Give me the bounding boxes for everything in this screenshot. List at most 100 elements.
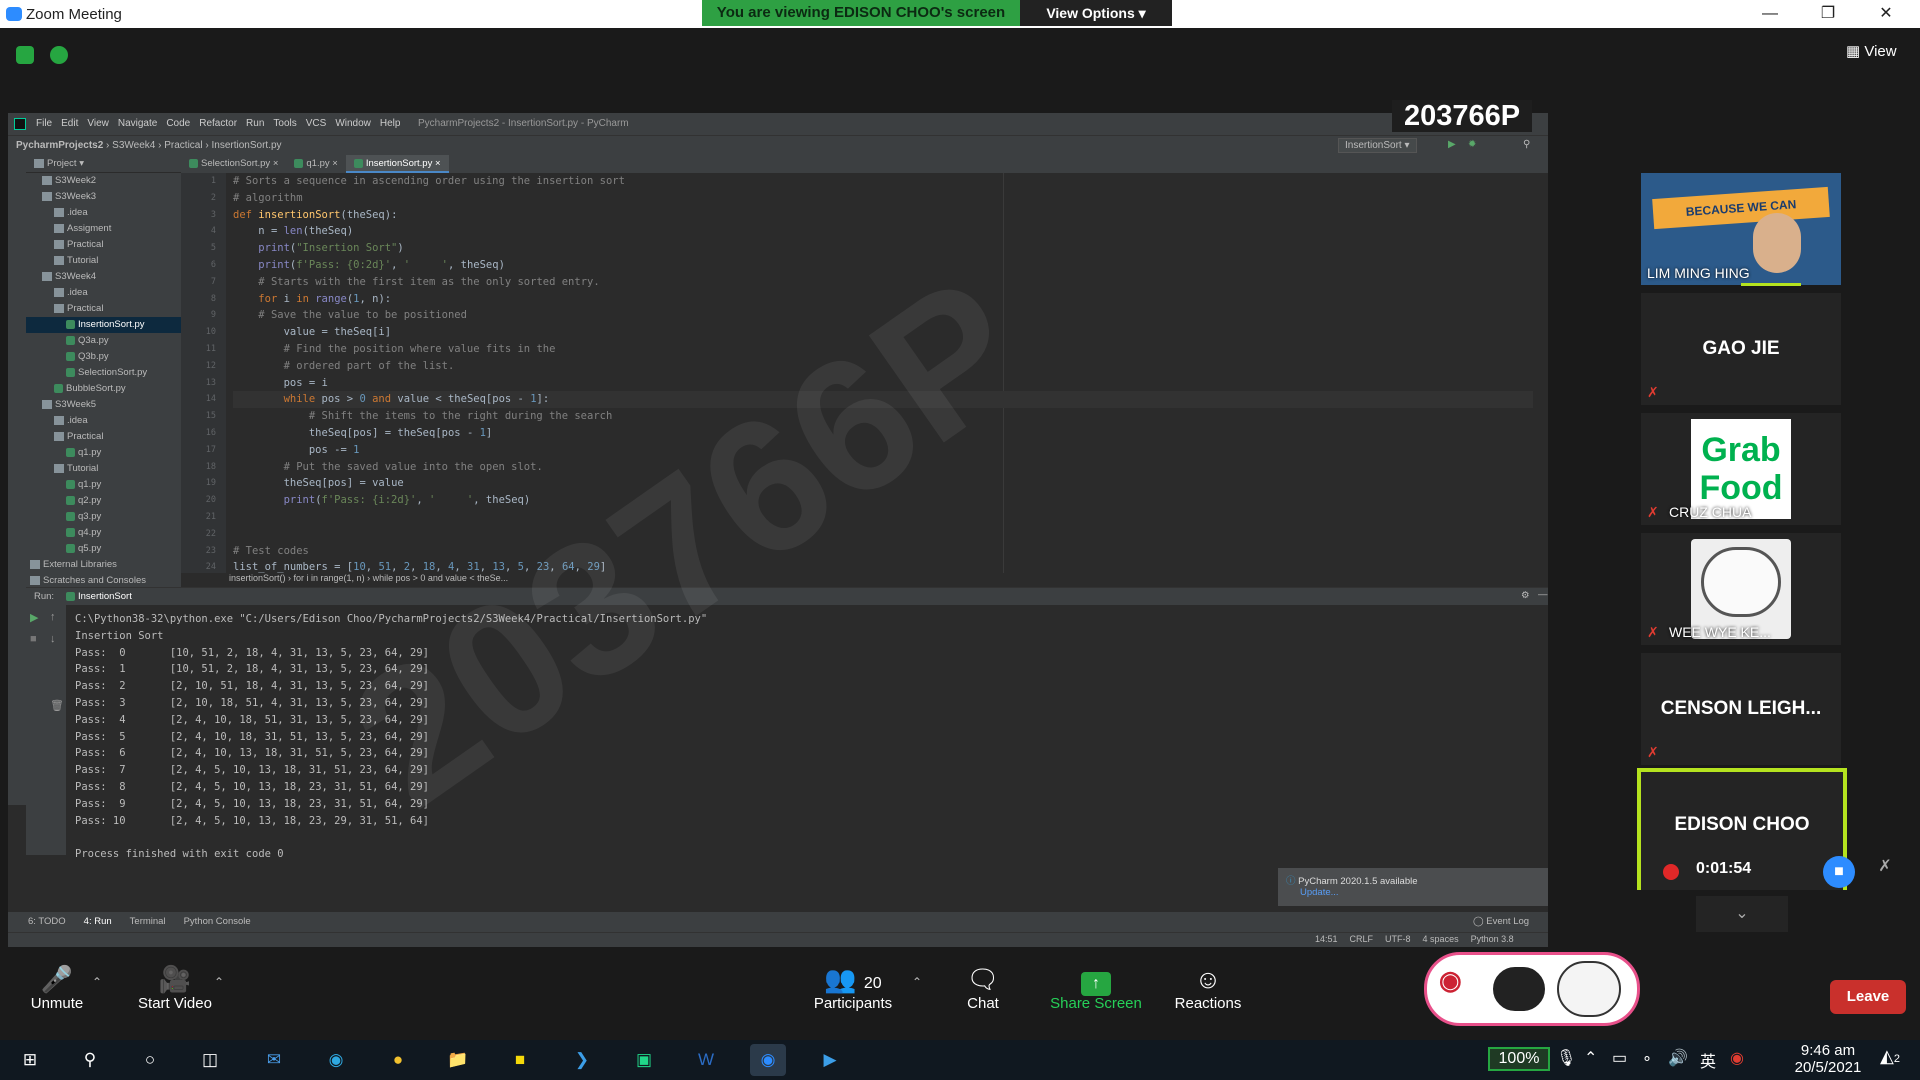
minimize-icon[interactable]: — (1750, 2, 1790, 26)
code-line[interactable]: print("Insertion Sort") (233, 240, 1533, 257)
scroll-down-icon[interactable]: ↓ (50, 633, 56, 645)
start-video-button[interactable]: 🎥 Start Video (130, 963, 220, 1012)
trash-icon[interactable]: 🗑 (50, 699, 64, 712)
video-app-icon[interactable]: ▶ (812, 1044, 848, 1076)
status-item[interactable]: 4 spaces (1423, 934, 1459, 944)
debug-icon[interactable]: ✹ (1468, 139, 1476, 150)
menu-item[interactable]: Edit (61, 118, 78, 129)
editor-tab[interactable]: InsertionSort.py × (345, 155, 449, 173)
tree-item[interactable]: Scratches and Consoles (26, 573, 181, 587)
encryption-shield-icon[interactable] (16, 46, 34, 64)
tree-item[interactable]: BubbleSort.py (26, 381, 181, 397)
view-button[interactable]: ▦ View (1846, 42, 1897, 60)
tree-item[interactable]: .idea (26, 413, 181, 429)
tree-item[interactable]: q2.py (26, 493, 181, 509)
wifi-icon[interactable]: ∘ (1642, 1048, 1652, 1068)
tree-item[interactable]: q3.py (26, 509, 181, 525)
chevron-up-icon[interactable]: ⌃ (1584, 1048, 1597, 1068)
bottom-tool-tab[interactable]: 4: Run (84, 916, 112, 927)
notification-center-icon[interactable]: ◭2 (1880, 1046, 1900, 1067)
close-icon[interactable]: × (330, 158, 338, 169)
tree-item[interactable]: q1.py (26, 477, 181, 493)
participant-tile-censon-leigh[interactable]: CENSON LEIGH... ✗ (1641, 653, 1841, 765)
audio-options-chevron-icon[interactable]: ⌃ (92, 975, 102, 989)
bottom-tool-tab[interactable]: Terminal (130, 916, 166, 927)
tree-item[interactable]: InsertionSort.py (26, 317, 181, 333)
tree-item[interactable]: Tutorial (26, 461, 181, 477)
tree-item[interactable]: S3Week3 (26, 189, 181, 205)
reactions-button[interactable]: ☺ Reactions (1166, 963, 1250, 1012)
run-console-output[interactable]: C:\Python38-32\python.exe "C:/Users/Edis… (66, 605, 1548, 860)
tree-item[interactable]: S3Week5 (26, 397, 181, 413)
scroll-participants-down-icon[interactable]: ⌄ (1696, 896, 1788, 932)
mic-off-icon[interactable]: ✗ (1870, 852, 1900, 882)
status-item[interactable]: Python 3.8 (1471, 934, 1514, 944)
video-options-chevron-icon[interactable]: ⌃ (214, 975, 224, 989)
code-line[interactable]: # Sorts a sequence in ascending order us… (233, 173, 1533, 190)
tree-item[interactable]: q1.py (26, 445, 181, 461)
code-line[interactable]: def insertionSort(theSeq): (233, 207, 1533, 224)
share-screen-button[interactable]: ↑ Share Screen (1046, 963, 1146, 1012)
mic-icon[interactable]: 🎙 (1556, 1048, 1576, 1068)
participant-tile-edison-choo[interactable]: EDISON CHOO 0:01:54 ■ (1637, 768, 1855, 890)
tray-app-icon[interactable]: ◉ (1730, 1048, 1744, 1068)
run-config-select[interactable]: InsertionSort ▾ (1338, 138, 1417, 153)
participants-chevron-icon[interactable]: ⌃ (912, 975, 922, 989)
search-icon[interactable]: ⚲ (72, 1044, 108, 1076)
menu-item[interactable]: File (36, 118, 52, 129)
event-log-button[interactable]: ◯ Event Log (1473, 916, 1529, 927)
tree-item[interactable]: Practical (26, 429, 181, 445)
tree-item[interactable]: q5.py (26, 541, 181, 557)
tree-item[interactable]: Practical (26, 301, 181, 317)
code-line[interactable]: n = len(theSeq) (233, 223, 1533, 240)
nav-crumb[interactable]: S3Week4 (112, 140, 155, 151)
participant-tile-gao-jie[interactable]: GAO JIE ✗ (1641, 293, 1841, 405)
tree-item[interactable]: Tutorial (26, 253, 181, 269)
close-icon[interactable]: ✕ (1866, 2, 1906, 26)
sticky-notes-icon[interactable]: ■ (502, 1044, 538, 1076)
scroll-up-icon[interactable]: ↑ (50, 611, 56, 623)
menu-item[interactable]: Refactor (199, 118, 237, 129)
nav-crumb[interactable]: PycharmProjects2 (16, 140, 103, 151)
tree-item[interactable]: S3Week2 (26, 173, 181, 189)
input-method-indicator[interactable]: 英 (1700, 1048, 1716, 1072)
stop-icon[interactable]: ■ (30, 633, 37, 645)
menu-item[interactable]: Tools (273, 118, 296, 129)
tree-item[interactable]: SelectionSort.py (26, 365, 181, 381)
editor-tab[interactable]: q1.py × (286, 155, 345, 173)
tree-item[interactable]: Assigment (26, 221, 181, 237)
tree-item[interactable]: .idea (26, 285, 181, 301)
code-line[interactable]: # algorithm (233, 190, 1533, 207)
close-icon[interactable]: × (270, 158, 279, 169)
participant-tile-cruz-chua[interactable]: Grab Food ✗ CRUZ CHUA (1641, 413, 1841, 525)
unmute-button[interactable]: 🎤 Unmute (18, 963, 96, 1012)
mail-icon[interactable]: ✉ (256, 1044, 292, 1076)
hide-panel-icon[interactable]: — (1538, 589, 1548, 600)
menu-item[interactable]: Help (380, 118, 401, 129)
cortana-icon[interactable]: ○ (132, 1044, 168, 1076)
editor-tab[interactable]: SelectionSort.py × (181, 155, 286, 173)
bottom-tool-tab[interactable]: Python Console (184, 916, 251, 927)
status-item[interactable]: CRLF (1350, 934, 1374, 944)
vscode-icon[interactable]: ❯ (564, 1044, 600, 1076)
project-pane-header[interactable]: Project ▾ (26, 155, 181, 173)
status-item[interactable]: UTF-8 (1385, 934, 1411, 944)
battery-icon[interactable]: ▭ (1612, 1048, 1627, 1068)
volume-icon[interactable]: 🔊 (1668, 1048, 1688, 1068)
participant-tile-lim-ming-hing[interactable]: BECAUSE WE CAN LIM MING HING (1641, 173, 1841, 286)
zoom-taskbar-icon[interactable]: ◉ (750, 1044, 786, 1076)
close-icon[interactable]: × (432, 158, 441, 169)
bottom-tool-tab[interactable]: 6: TODO (28, 916, 66, 927)
view-options-button[interactable]: View Options ▾ (1020, 0, 1172, 26)
nav-crumb[interactable]: Practical (164, 140, 202, 151)
edge-icon[interactable]: ◉ (318, 1044, 354, 1076)
tree-item[interactable]: q4.py (26, 525, 181, 541)
chat-button[interactable]: 🗨 Chat (948, 963, 1018, 1012)
tree-item[interactable]: Practical (26, 237, 181, 253)
task-view-icon[interactable]: ◫ (192, 1044, 228, 1076)
tree-item[interactable]: Q3b.py (26, 349, 181, 365)
settings-gear-icon[interactable]: ⚙ (1521, 590, 1530, 601)
breadcrumb-item[interactable]: insertionSort() (229, 573, 286, 583)
breadcrumb-item[interactable]: for i in range(1, n) (294, 573, 365, 583)
menu-item[interactable]: Run (246, 118, 264, 129)
